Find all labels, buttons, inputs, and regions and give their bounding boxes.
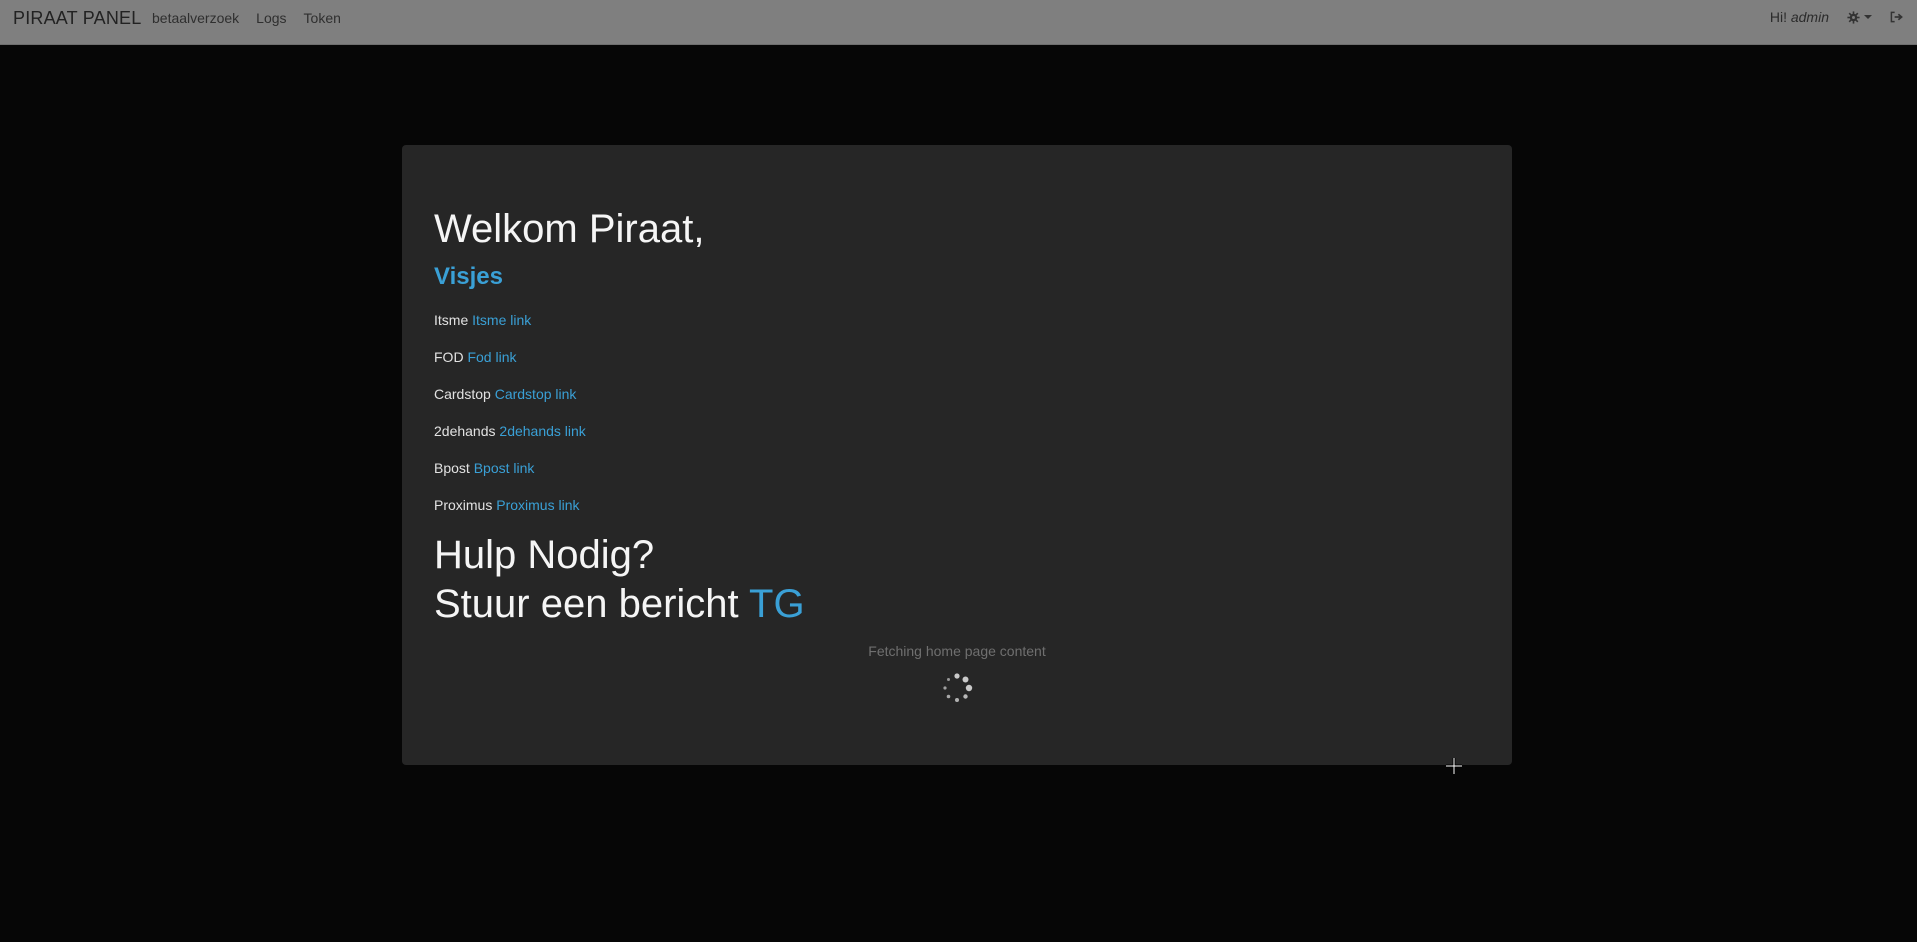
crosshair-cursor-icon <box>1446 758 1462 774</box>
list-item: Proximus Proximus link <box>434 497 586 534</box>
cardstop-link[interactable]: Cardstop link <box>495 386 577 402</box>
link-item-label: Proximus <box>434 497 493 513</box>
user-area: Hi! admin <box>1770 9 1903 25</box>
nav-link-logs[interactable]: Logs <box>256 10 286 26</box>
list-item: Itsme Itsme link <box>434 312 586 349</box>
help-heading: Hulp Nodig? Stuur een bericht TG <box>434 531 805 629</box>
top-navbar: PIRAAT PANEL betaalverzoek Logs Token Hi… <box>0 0 1917 45</box>
nav-link-token[interactable]: Token <box>304 10 341 26</box>
2dehands-link[interactable]: 2dehands link <box>499 423 585 439</box>
list-item: 2dehands 2dehands link <box>434 423 586 460</box>
logout-button[interactable] <box>1890 11 1903 23</box>
settings-dropdown[interactable] <box>1847 10 1872 24</box>
help-message: Stuur een bericht <box>434 582 739 626</box>
loading-text: Fetching home page content <box>868 643 1046 659</box>
link-item-label: Cardstop <box>434 386 491 402</box>
brand-title[interactable]: PIRAAT PANEL <box>13 8 141 29</box>
telegram-link[interactable]: TG <box>749 582 805 626</box>
sign-out-icon <box>1890 11 1903 23</box>
username: admin <box>1790 9 1829 25</box>
loading-spinner-icon <box>943 673 973 702</box>
itsme-link[interactable]: Itsme link <box>472 312 531 328</box>
section-title-visjes: Visjes <box>434 263 503 290</box>
help-title: Hulp Nodig? <box>434 533 655 577</box>
link-list: Itsme Itsme link FOD Fod link Cardstop C… <box>434 312 586 534</box>
user-greeting: Hi! admin <box>1770 9 1829 25</box>
nav-links: betaalverzoek Logs Token <box>152 10 358 26</box>
gear-icon <box>1847 10 1860 24</box>
welcome-heading: Welkom Piraat, <box>434 207 705 251</box>
greeting-prefix: Hi! <box>1769 9 1787 25</box>
home-panel: Welkom Piraat, Visjes Itsme Itsme link F… <box>402 145 1512 774</box>
link-item-label: FOD <box>434 349 464 365</box>
list-item: FOD Fod link <box>434 349 586 386</box>
nav-link-betaalverzoek[interactable]: betaalverzoek <box>152 10 239 26</box>
chevron-down-icon <box>1864 15 1872 19</box>
list-item: Cardstop Cardstop link <box>434 386 586 423</box>
fod-link[interactable]: Fod link <box>467 349 516 365</box>
bpost-link[interactable]: Bpost link <box>474 460 535 476</box>
proximus-link[interactable]: Proximus link <box>496 497 579 513</box>
link-item-label: Bpost <box>434 460 470 476</box>
link-item-label: Itsme <box>434 312 469 328</box>
list-item: Bpost Bpost link <box>434 460 586 497</box>
link-item-label: 2dehands <box>434 423 496 439</box>
